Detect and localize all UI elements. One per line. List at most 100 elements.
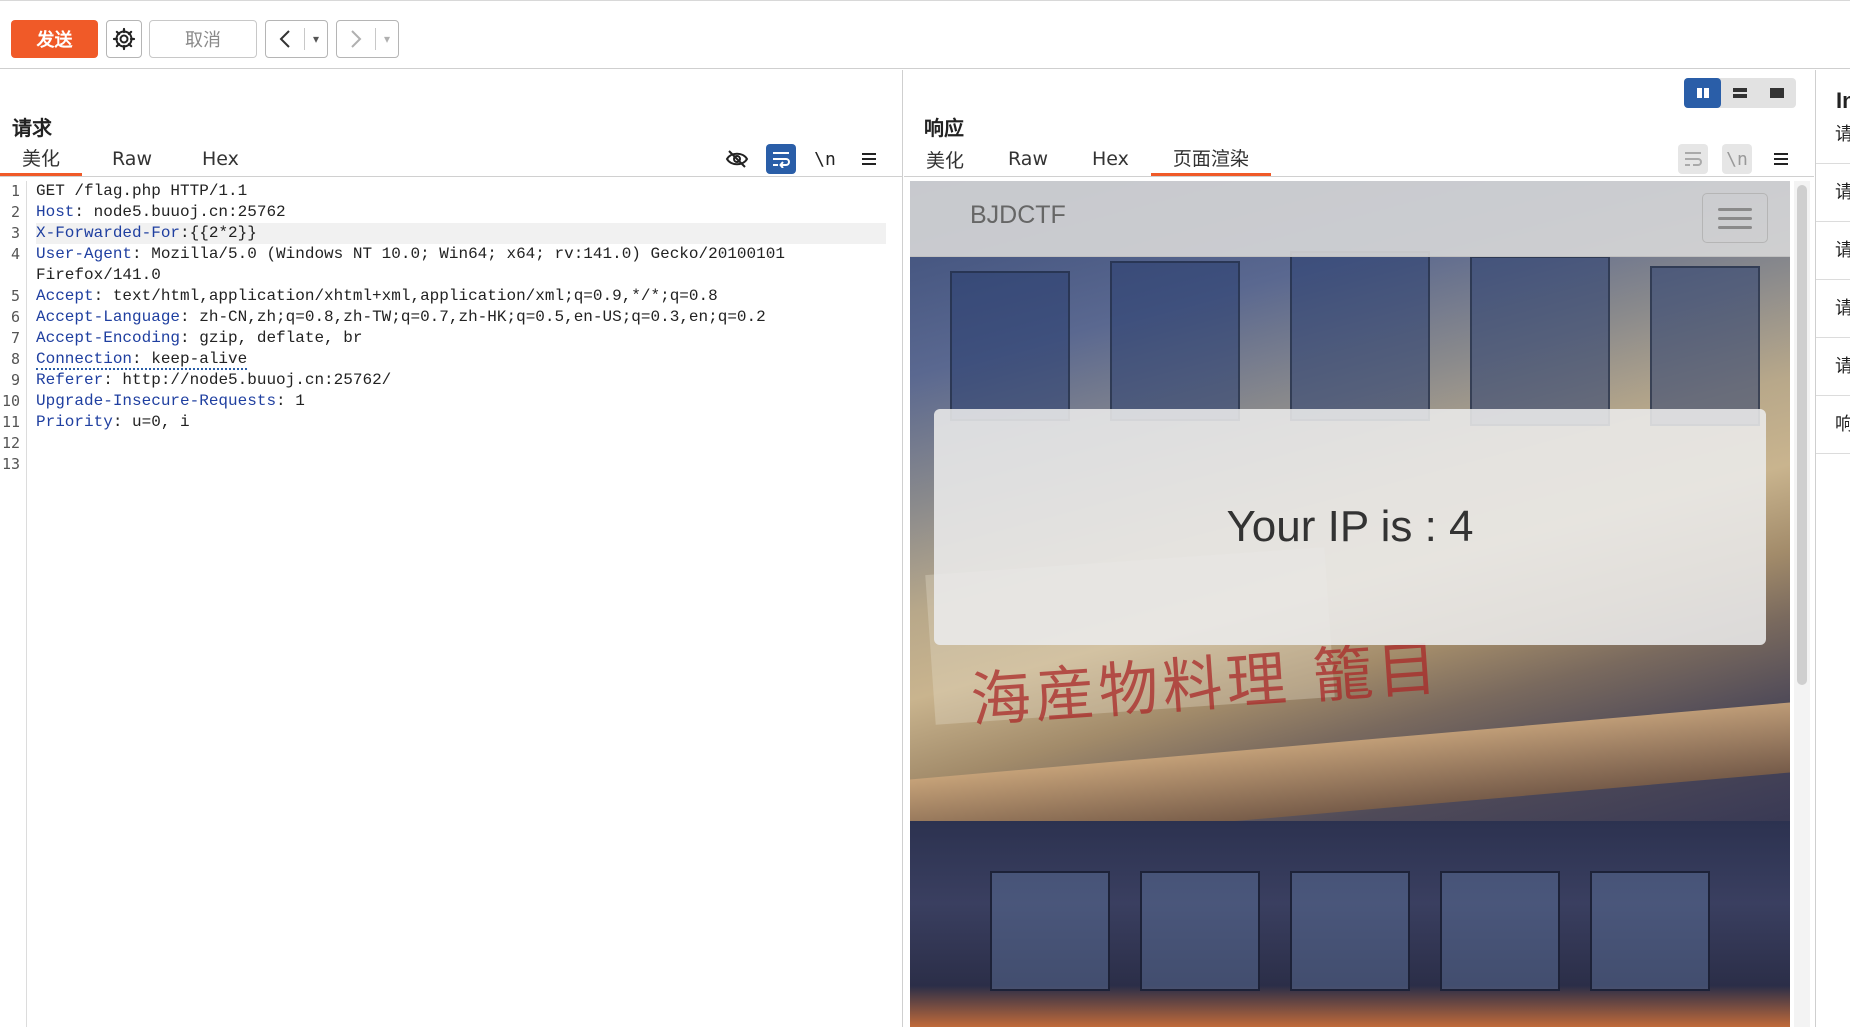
background-window <box>1290 251 1430 421</box>
header-line: User-Agent: Mozilla/5.0 (Windows NT 10.0… <box>36 245 785 263</box>
tab-pretty[interactable]: 美化 <box>904 142 986 176</box>
window-top-border <box>0 0 1850 4</box>
header-line-continuation: Firefox/141.0 <box>36 266 161 284</box>
layout-tabs-button[interactable] <box>1759 78 1796 108</box>
background-panel <box>1140 871 1260 991</box>
background-panel <box>1290 871 1410 991</box>
newline-toggle-button[interactable]: \n <box>810 144 840 174</box>
empty-line <box>36 433 886 454</box>
rendered-page-view[interactable]: 海産物料理 籠目 BJDCTF Your IP is : 4 <box>910 181 1790 1027</box>
gear-icon <box>112 27 136 51</box>
history-forward-control[interactable]: ▾ <box>336 20 399 58</box>
request-line: GET /flag.php HTTP/1.1 <box>36 182 248 200</box>
tab-raw[interactable]: Raw <box>82 142 182 176</box>
background-window <box>1470 256 1610 426</box>
back-history-dropdown[interactable]: ▾ <box>305 32 327 46</box>
line-number: 2 <box>10 203 20 221</box>
inspector-row[interactable]: 请 <box>1816 106 1850 164</box>
chevron-left-icon <box>279 30 290 48</box>
layout-switcher <box>1684 78 1796 108</box>
inspector-row[interactable]: 响 <box>1816 396 1850 454</box>
line-number: 13 <box>1 455 20 473</box>
inspector-row[interactable]: 请 <box>1816 280 1850 338</box>
request-menu-button[interactable] <box>854 144 884 174</box>
response-pane: 响应 美化 Raw Hex 页面渲染 \n 海産物料理 籠目 BJDCTF Yo… <box>904 70 1814 1027</box>
header-line: Priority: u=0, i <box>36 413 190 431</box>
tab-pretty[interactable]: 美化 <box>0 142 83 176</box>
request-pane: 请求 美化 Raw Hex \n 1 2 3 4 5 6 7 8 9 10 11… <box>0 70 903 1027</box>
header-line: Accept-Language: zh-CN,zh;q=0.8,zh-TW;q=… <box>36 308 766 326</box>
back-button[interactable] <box>266 21 304 57</box>
tab-raw[interactable]: Raw <box>986 142 1070 176</box>
background-panel <box>990 871 1110 991</box>
line-number: 10 <box>1 392 20 410</box>
header-line: Referer: http://node5.buuoj.cn:25762/ <box>36 371 392 389</box>
line-number: 11 <box>1 413 20 431</box>
navbar-toggle-button[interactable] <box>1702 193 1768 243</box>
inspector-row[interactable]: 请 <box>1816 222 1850 280</box>
hide-nonprintable-button[interactable] <box>722 144 752 174</box>
site-brand[interactable]: BJDCTF <box>970 201 1066 230</box>
background-window <box>950 271 1070 421</box>
history-back-control[interactable]: ▾ <box>265 20 328 58</box>
line-number: 5 <box>10 287 20 305</box>
tab-divider <box>0 176 903 177</box>
header-line: Host: node5.buuoj.cn:25762 <box>36 203 286 221</box>
header-line: Accept-Encoding: gzip, deflate, br <box>36 329 363 347</box>
tab-hex[interactable]: Hex <box>182 142 259 176</box>
wrap-icon <box>1685 152 1702 166</box>
response-menu-button[interactable] <box>1766 144 1796 174</box>
header-line: Connection: keep-alive <box>36 350 248 370</box>
newline-toggle-button[interactable]: \n <box>1722 144 1752 174</box>
response-title: 响应 <box>924 116 964 140</box>
inspector-row[interactable]: 请 <box>1816 164 1850 222</box>
single-panel-icon <box>1770 88 1785 98</box>
ip-message: Your IP is : 4 <box>1226 502 1474 551</box>
request-title: 请求 <box>12 116 52 140</box>
layout-side-by-side-button[interactable] <box>1684 78 1722 108</box>
settings-button[interactable] <box>106 20 142 58</box>
vertical-scrollbar[interactable] <box>1794 181 1810 1027</box>
word-wrap-button[interactable] <box>766 144 796 174</box>
site-navbar: BJDCTF <box>910 181 1790 257</box>
repeater-toolbar: 发送 取消 ▾ ▾ <box>0 5 1850 69</box>
scrollbar-thumb[interactable] <box>1797 185 1807 685</box>
tab-render[interactable]: 页面渲染 <box>1150 142 1271 176</box>
empty-line <box>36 454 886 475</box>
line-number: 7 <box>10 329 20 347</box>
header-line: Upgrade-Insecure-Requests: 1 <box>36 392 305 410</box>
request-editor[interactable]: GET /flag.php HTTP/1.1 Host: node5.buuoj… <box>36 181 886 475</box>
hamburger-bar <box>1718 207 1752 211</box>
response-editor-tools: \n <box>1678 144 1796 174</box>
chevron-right-icon <box>351 30 362 48</box>
request-editor-tools: \n <box>722 144 884 174</box>
line-number: 6 <box>10 308 20 326</box>
forward-button[interactable] <box>337 21 375 57</box>
tab-divider <box>904 176 1814 177</box>
tab-hex[interactable]: Hex <box>1070 142 1151 176</box>
line-number: 12 <box>1 434 20 452</box>
line-number: 9 <box>10 371 20 389</box>
forward-history-dropdown[interactable]: ▾ <box>376 32 398 46</box>
send-button[interactable]: 发送 <box>11 20 98 58</box>
line-number: 1 <box>10 182 20 200</box>
layout-stacked-button[interactable] <box>1721 78 1758 108</box>
menu-icon <box>1774 153 1788 165</box>
line-number: 4 <box>10 245 20 263</box>
line-number-gutter: 1 2 3 4 5 6 7 8 9 10 11 12 13 <box>0 181 27 1027</box>
wrap-icon <box>773 152 790 168</box>
background-panel <box>1590 871 1710 991</box>
response-tabs: 美化 Raw Hex 页面渲染 <box>904 142 1271 176</box>
ip-message-card: Your IP is : 4 <box>934 409 1766 645</box>
hamburger-bar <box>1718 216 1752 220</box>
header-line: X-Forwarded-For:{{2*2}} <box>36 223 886 244</box>
line-number <box>0 265 26 286</box>
eye-off-icon <box>725 150 749 168</box>
inspector-panel: In 请 请 请 请 请 响 <box>1815 70 1850 1027</box>
word-wrap-button[interactable] <box>1678 144 1708 174</box>
cancel-button[interactable]: 取消 <box>149 20 257 58</box>
background-window <box>1650 266 1760 426</box>
header-line: Accept: text/html,application/xhtml+xml,… <box>36 287 718 305</box>
line-number: 3 <box>10 224 20 242</box>
inspector-row[interactable]: 请 <box>1816 338 1850 396</box>
